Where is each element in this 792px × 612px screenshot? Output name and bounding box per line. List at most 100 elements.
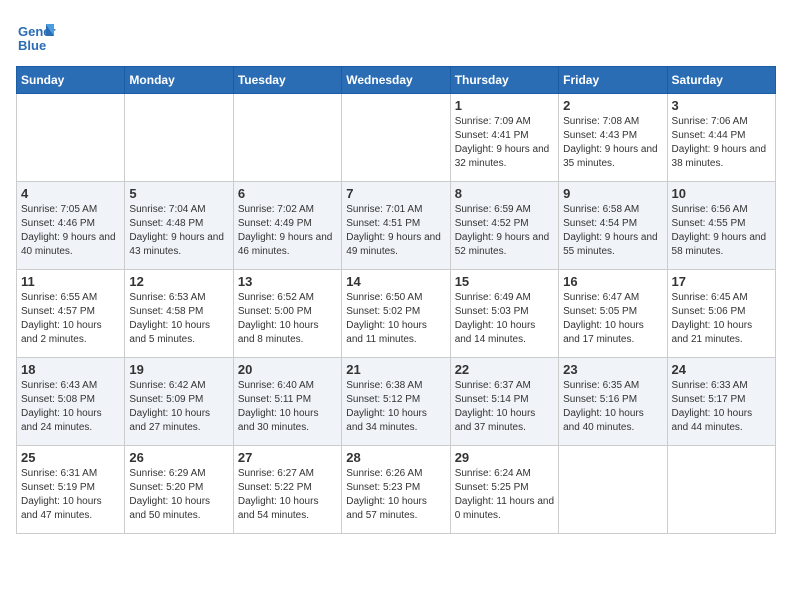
- calendar-cell: [233, 94, 341, 182]
- calendar-cell: [342, 94, 450, 182]
- day-info: Sunrise: 7:05 AM Sunset: 4:46 PM Dayligh…: [21, 203, 120, 259]
- day-number: 3: [672, 98, 771, 113]
- day-number: 14: [346, 274, 445, 289]
- dow-header-wednesday: Wednesday: [342, 67, 450, 94]
- day-info: Sunrise: 6:58 AM Sunset: 4:54 PM Dayligh…: [563, 203, 662, 259]
- calendar-cell: 11 Sunrise: 6:55 AM Sunset: 4:57 PM Dayli…: [17, 270, 125, 358]
- day-number: 4: [21, 186, 120, 201]
- dow-header-tuesday: Tuesday: [233, 67, 341, 94]
- calendar-cell: 22 Sunrise: 6:37 AM Sunset: 5:14 PM Dayli…: [450, 358, 558, 446]
- day-info: Sunrise: 6:53 AM Sunset: 4:58 PM Dayligh…: [129, 291, 228, 347]
- dow-header-friday: Friday: [559, 67, 667, 94]
- day-number: 18: [21, 362, 120, 377]
- calendar-cell: 10 Sunrise: 6:56 AM Sunset: 4:55 PM Dayli…: [667, 182, 775, 270]
- day-info: Sunrise: 7:04 AM Sunset: 4:48 PM Dayligh…: [129, 203, 228, 259]
- day-info: Sunrise: 6:42 AM Sunset: 5:09 PM Dayligh…: [129, 379, 228, 435]
- calendar-cell: 19 Sunrise: 6:42 AM Sunset: 5:09 PM Dayli…: [125, 358, 233, 446]
- day-number: 5: [129, 186, 228, 201]
- day-info: Sunrise: 6:37 AM Sunset: 5:14 PM Dayligh…: [455, 379, 554, 435]
- day-info: Sunrise: 6:29 AM Sunset: 5:20 PM Dayligh…: [129, 467, 228, 523]
- day-number: 19: [129, 362, 228, 377]
- svg-text:Blue: Blue: [18, 38, 46, 53]
- day-info: Sunrise: 7:09 AM Sunset: 4:41 PM Dayligh…: [455, 115, 554, 171]
- calendar-cell: 5 Sunrise: 7:04 AM Sunset: 4:48 PM Daylig…: [125, 182, 233, 270]
- day-info: Sunrise: 6:40 AM Sunset: 5:11 PM Dayligh…: [238, 379, 337, 435]
- day-number: 26: [129, 450, 228, 465]
- calendar-cell: 26 Sunrise: 6:29 AM Sunset: 5:20 PM Dayli…: [125, 446, 233, 534]
- day-number: 28: [346, 450, 445, 465]
- calendar-cell: 4 Sunrise: 7:05 AM Sunset: 4:46 PM Daylig…: [17, 182, 125, 270]
- day-info: Sunrise: 7:02 AM Sunset: 4:49 PM Dayligh…: [238, 203, 337, 259]
- day-number: 10: [672, 186, 771, 201]
- calendar-cell: [559, 446, 667, 534]
- day-info: Sunrise: 6:52 AM Sunset: 5:00 PM Dayligh…: [238, 291, 337, 347]
- calendar-cell: 13 Sunrise: 6:52 AM Sunset: 5:00 PM Dayli…: [233, 270, 341, 358]
- day-number: 24: [672, 362, 771, 377]
- day-info: Sunrise: 6:27 AM Sunset: 5:22 PM Dayligh…: [238, 467, 337, 523]
- calendar-table: SundayMondayTuesdayWednesdayThursdayFrid…: [16, 66, 776, 534]
- calendar-cell: 28 Sunrise: 6:26 AM Sunset: 5:23 PM Dayli…: [342, 446, 450, 534]
- day-info: Sunrise: 7:06 AM Sunset: 4:44 PM Dayligh…: [672, 115, 771, 171]
- day-info: Sunrise: 6:45 AM Sunset: 5:06 PM Dayligh…: [672, 291, 771, 347]
- calendar-cell: [667, 446, 775, 534]
- day-info: Sunrise: 7:08 AM Sunset: 4:43 PM Dayligh…: [563, 115, 662, 171]
- calendar-cell: 23Sunrise: 6:35 AM Sunset: 5:16 PM Dayli…: [559, 358, 667, 446]
- calendar-cell: 1 Sunrise: 7:09 AM Sunset: 4:41 PM Daylig…: [450, 94, 558, 182]
- day-info: Sunrise: 6:38 AM Sunset: 5:12 PM Dayligh…: [346, 379, 445, 435]
- day-number: 23: [563, 362, 662, 377]
- logo-icon: General Blue: [16, 16, 56, 56]
- day-number: 13: [238, 274, 337, 289]
- day-number: 9: [563, 186, 662, 201]
- day-number: 25: [21, 450, 120, 465]
- day-info: Sunrise: 6:50 AM Sunset: 5:02 PM Dayligh…: [346, 291, 445, 347]
- day-number: 1: [455, 98, 554, 113]
- calendar-cell: 21 Sunrise: 6:38 AM Sunset: 5:12 PM Dayli…: [342, 358, 450, 446]
- calendar-cell: 16 Sunrise: 6:47 AM Sunset: 5:05 PM Dayli…: [559, 270, 667, 358]
- day-info: Sunrise: 6:43 AM Sunset: 5:08 PM Dayligh…: [21, 379, 120, 435]
- calendar-cell: 18 Sunrise: 6:43 AM Sunset: 5:08 PM Dayli…: [17, 358, 125, 446]
- calendar-cell: 20 Sunrise: 6:40 AM Sunset: 5:11 PM Dayli…: [233, 358, 341, 446]
- calendar-cell: 12 Sunrise: 6:53 AM Sunset: 4:58 PM Dayli…: [125, 270, 233, 358]
- day-number: 8: [455, 186, 554, 201]
- day-number: 7: [346, 186, 445, 201]
- dow-header-saturday: Saturday: [667, 67, 775, 94]
- day-number: 22: [455, 362, 554, 377]
- day-number: 21: [346, 362, 445, 377]
- day-number: 11: [21, 274, 120, 289]
- day-info: Sunrise: 6:49 AM Sunset: 5:03 PM Dayligh…: [455, 291, 554, 347]
- header: General Blue: [16, 16, 776, 56]
- calendar-cell: 27 Sunrise: 6:27 AM Sunset: 5:22 PM Dayli…: [233, 446, 341, 534]
- calendar-cell: 17 Sunrise: 6:45 AM Sunset: 5:06 PM Dayli…: [667, 270, 775, 358]
- logo: General Blue: [16, 16, 60, 56]
- day-number: 6: [238, 186, 337, 201]
- day-number: 29: [455, 450, 554, 465]
- calendar-cell: 9 Sunrise: 6:58 AM Sunset: 4:54 PM Daylig…: [559, 182, 667, 270]
- day-number: 27: [238, 450, 337, 465]
- day-info: Sunrise: 6:55 AM Sunset: 4:57 PM Dayligh…: [21, 291, 120, 347]
- day-number: 17: [672, 274, 771, 289]
- calendar-cell: 3 Sunrise: 7:06 AM Sunset: 4:44 PM Daylig…: [667, 94, 775, 182]
- calendar-cell: 24 Sunrise: 6:33 AM Sunset: 5:17 PM Dayli…: [667, 358, 775, 446]
- calendar-cell: 8 Sunrise: 6:59 AM Sunset: 4:52 PM Daylig…: [450, 182, 558, 270]
- calendar-cell: 2 Sunrise: 7:08 AM Sunset: 4:43 PM Daylig…: [559, 94, 667, 182]
- day-info: Sunrise: 6:33 AM Sunset: 5:17 PM Dayligh…: [672, 379, 771, 435]
- day-info: Sunrise: 6:26 AM Sunset: 5:23 PM Dayligh…: [346, 467, 445, 523]
- calendar-cell: 14 Sunrise: 6:50 AM Sunset: 5:02 PM Dayli…: [342, 270, 450, 358]
- calendar-cell: 29 Sunrise: 6:24 AM Sunset: 5:25 PM Dayli…: [450, 446, 558, 534]
- day-number: 16: [563, 274, 662, 289]
- calendar-cell: 7 Sunrise: 7:01 AM Sunset: 4:51 PM Daylig…: [342, 182, 450, 270]
- day-info: Sunrise: 6:56 AM Sunset: 4:55 PM Dayligh…: [672, 203, 771, 259]
- day-number: 20: [238, 362, 337, 377]
- day-info: Sunrise: 6:24 AM Sunset: 5:25 PM Dayligh…: [455, 467, 554, 523]
- day-info: Sunrise: 6:31 AM Sunset: 5:19 PM Dayligh…: [21, 467, 120, 523]
- dow-header-thursday: Thursday: [450, 67, 558, 94]
- day-info: Sunrise: 6:47 AM Sunset: 5:05 PM Dayligh…: [563, 291, 662, 347]
- day-number: 12: [129, 274, 228, 289]
- day-number: 2: [563, 98, 662, 113]
- day-info: Sunrise: 7:01 AM Sunset: 4:51 PM Dayligh…: [346, 203, 445, 259]
- day-info: Sunrise: 6:59 AM Sunset: 4:52 PM Dayligh…: [455, 203, 554, 259]
- calendar-cell: [125, 94, 233, 182]
- calendar-cell: 25 Sunrise: 6:31 AM Sunset: 5:19 PM Dayli…: [17, 446, 125, 534]
- dow-header-sunday: Sunday: [17, 67, 125, 94]
- calendar-cell: [17, 94, 125, 182]
